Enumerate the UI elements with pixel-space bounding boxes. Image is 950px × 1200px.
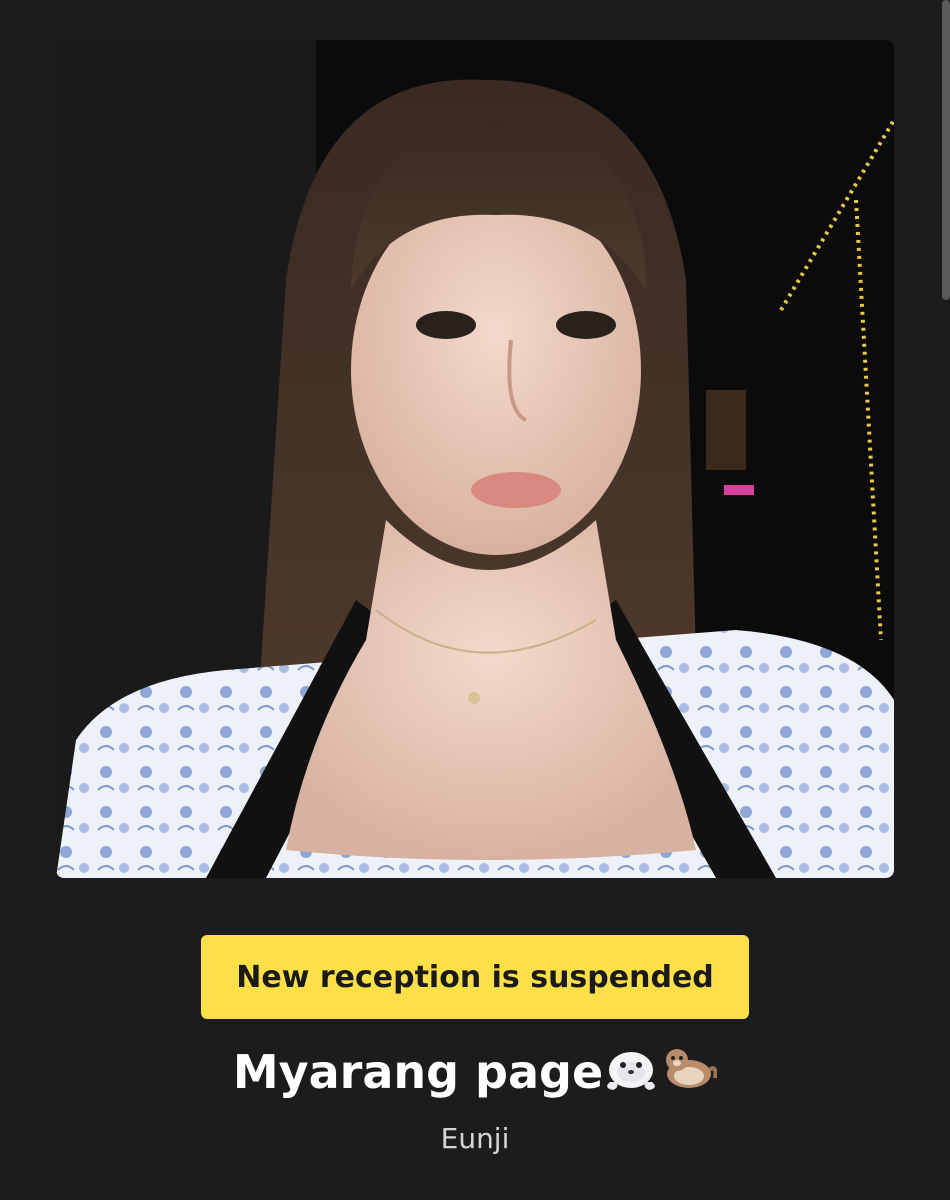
scrollbar[interactable] (942, 0, 950, 300)
page-title-text: Myarang page (232, 1045, 604, 1099)
otter-icon (659, 1042, 718, 1108)
reception-status-label: New reception is suspended (236, 959, 714, 995)
seal-icon (605, 1042, 657, 1108)
page-subtitle: Eunji (440, 1122, 510, 1155)
reception-status-button[interactable]: New reception is suspended (201, 935, 749, 1019)
profile-photo (56, 40, 894, 878)
page-title: Myarang page (0, 1040, 950, 1108)
